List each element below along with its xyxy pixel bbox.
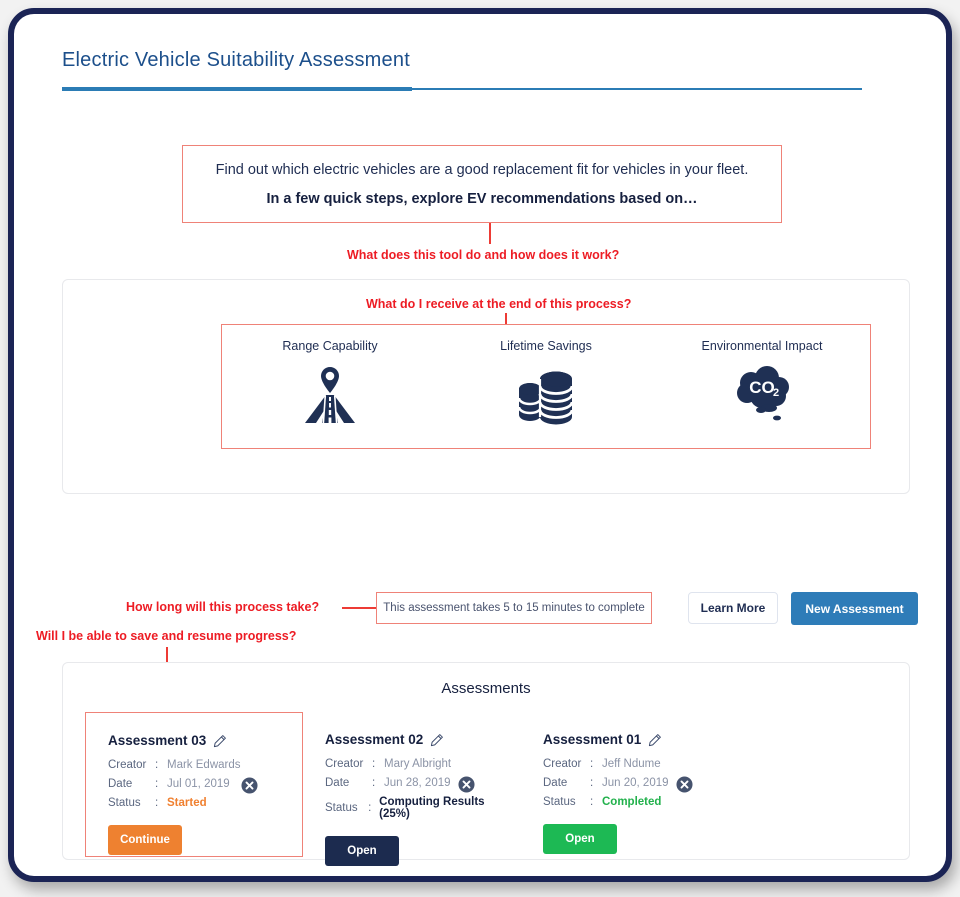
date-value: Jun 20, 2019 xyxy=(602,777,669,789)
edit-pencil-icon[interactable] xyxy=(648,733,662,747)
delete-assessment-icon[interactable] xyxy=(458,776,475,793)
assessment-card: Assessment 03 Creator: Mark Edwards Date: Ju… xyxy=(85,712,303,857)
assessments-panel: Assessments Assessment 03 Creator: Mark Ed… xyxy=(62,662,910,866)
date-row: Date: Jun 28, 2019 xyxy=(325,776,507,793)
annotation-connector-tool-purpose xyxy=(489,223,491,244)
date-label: Date xyxy=(543,777,568,789)
coin-stack-icon xyxy=(517,371,574,425)
svg-text:2: 2 xyxy=(773,387,779,399)
feature-label: Range Capability xyxy=(282,339,378,353)
assessment-action-button[interactable]: Continue xyxy=(108,825,182,855)
creator-row: Creator: Jeff Ndume xyxy=(543,758,725,770)
colon: : xyxy=(590,777,594,789)
assessment-title: Assessment 03 xyxy=(108,733,207,748)
annotation-process-output: What do I receive at the end of this pro… xyxy=(366,297,632,311)
colon: : xyxy=(155,797,159,809)
header: Electric Vehicle Suitability Assessment xyxy=(62,49,410,72)
assessment-card-list: Assessment 03 Creator: Mark Edwards Date: Ju… xyxy=(85,712,905,866)
creator-value: Mary Albright xyxy=(384,758,452,770)
features-panel: What do I receive at the end of this pro… xyxy=(62,279,910,494)
feature-label: Lifetime Savings xyxy=(500,339,592,353)
date-value: Jul 01, 2019 xyxy=(167,778,230,790)
intro-callout-box: Find out which electric vehicles are a g… xyxy=(182,145,782,223)
new-assessment-button[interactable]: New Assessment xyxy=(791,592,918,625)
card-title-row: Assessment 02 xyxy=(325,732,507,747)
card-title-row: Assessment 03 xyxy=(108,733,288,748)
assessment-action-button[interactable]: Open xyxy=(325,836,399,866)
feature-range-capability: Range Capability xyxy=(222,325,438,448)
status-row: Status: Computing Results (25%) xyxy=(325,796,507,820)
status-row: Status: Completed xyxy=(543,796,725,808)
status-value: Computing Results (25%) xyxy=(379,796,485,820)
status-value: Completed xyxy=(602,796,662,808)
assessment-title: Assessment 01 xyxy=(543,732,642,747)
colon: : xyxy=(590,796,594,808)
delete-assessment-icon[interactable] xyxy=(676,776,693,793)
page-title: Electric Vehicle Suitability Assessment xyxy=(62,49,410,71)
edit-pencil-icon[interactable] xyxy=(430,733,444,747)
title-underline-thin xyxy=(412,88,862,90)
date-label: Date xyxy=(325,777,350,789)
creator-label: Creator xyxy=(543,758,582,770)
creator-label: Creator xyxy=(325,758,364,770)
road-pin-icon xyxy=(305,367,355,424)
date-row: Date: Jun 20, 2019 xyxy=(543,776,725,793)
svg-text:CO: CO xyxy=(749,378,775,397)
assessment-action-button[interactable]: Open xyxy=(543,824,617,854)
intro-line-2: In a few quick steps, explore EV recomme… xyxy=(266,190,698,207)
creator-row: Creator: Mark Edwards xyxy=(108,759,288,771)
assessment-title: Assessment 02 xyxy=(325,732,424,747)
date-row: Date: Jul 01, 2019 xyxy=(108,777,288,794)
status-label: Status xyxy=(325,802,358,814)
edit-pencil-icon[interactable] xyxy=(213,734,227,748)
creator-value: Mark Edwards xyxy=(167,759,241,771)
creator-value: Jeff Ndume xyxy=(602,758,661,770)
feature-environmental-impact: Environmental Impact CO 2 xyxy=(654,325,870,448)
card-title-row: Assessment 01 xyxy=(543,732,725,747)
feature-label: Environmental Impact xyxy=(701,339,823,353)
annotation-connector-process-duration xyxy=(342,607,376,609)
colon: : xyxy=(590,758,594,770)
assessments-heading: Assessments xyxy=(441,680,531,697)
colon: : xyxy=(155,759,159,771)
date-value: Jun 28, 2019 xyxy=(384,777,451,789)
learn-more-button[interactable]: Learn More xyxy=(688,592,778,624)
timing-callout-box: This assessment takes 5 to 15 minutes to… xyxy=(376,592,652,624)
assessment-card: Assessment 02 Creator: Mary Albright Date: J… xyxy=(303,712,521,866)
annotation-save-resume: Will I be able to save and resume progre… xyxy=(36,629,297,643)
colon: : xyxy=(372,758,376,770)
title-underline-thick xyxy=(62,87,412,91)
status-row: Status: Started xyxy=(108,797,288,809)
feature-lifetime-savings: Lifetime Savings xyxy=(438,325,654,448)
intro-line-1: Find out which electric vehicles are a g… xyxy=(215,161,749,178)
features-box: Range Capability Lifetime Savings Enviro… xyxy=(221,324,871,449)
status-value: Started xyxy=(167,797,207,809)
colon: : xyxy=(372,777,376,789)
annotation-connector-process-output xyxy=(505,313,507,324)
co2-cloud-icon: CO 2 xyxy=(737,366,789,421)
colon: : xyxy=(155,778,159,790)
status-label: Status xyxy=(108,797,141,809)
device-frame: Electric Vehicle Suitability Assessment … xyxy=(8,8,952,882)
timing-text: This assessment takes 5 to 15 minutes to… xyxy=(383,602,645,614)
creator-row: Creator: Mary Albright xyxy=(325,758,507,770)
delete-assessment-icon[interactable] xyxy=(241,777,258,794)
annotation-tool-purpose: What does this tool do and how does it w… xyxy=(347,248,620,262)
colon: : xyxy=(368,802,372,814)
date-label: Date xyxy=(108,778,133,790)
status-label: Status xyxy=(543,796,576,808)
creator-label: Creator xyxy=(108,759,147,771)
annotation-process-duration: How long will this process take? xyxy=(126,600,320,614)
page-surface: Electric Vehicle Suitability Assessment … xyxy=(14,14,946,876)
assessment-card: Assessment 01 Creator: Jeff Ndume Date: Jun … xyxy=(521,712,739,857)
